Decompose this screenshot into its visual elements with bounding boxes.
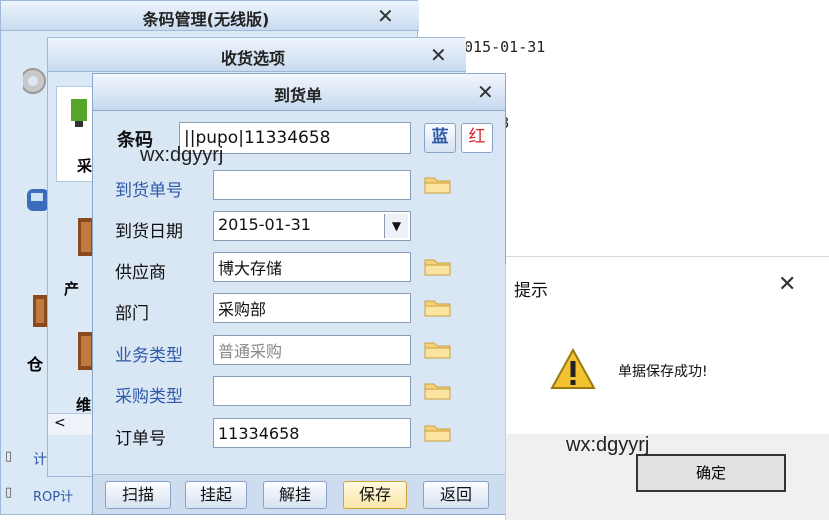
department-field[interactable] (213, 293, 411, 323)
order-no-label: 订单号 (115, 429, 166, 449)
alert-title: 提示 (514, 281, 548, 301)
window-title: 到货单 (273, 86, 322, 105)
arrival-date-select[interactable]: 2015-01-31 ▼ (213, 211, 411, 241)
close-icon[interactable]: ✕ (778, 272, 796, 297)
arrival-date-label: 到货日期 (115, 222, 183, 242)
scan-button[interactable]: 扫描 (105, 481, 171, 509)
folder-icon[interactable] (423, 338, 453, 360)
window-title-bar[interactable]: 条码管理(无线版) ✕ (1, 1, 419, 31)
window-title: 收货选项 (220, 49, 285, 68)
doc-icon: ▯ (5, 449, 13, 464)
alert-dialog: 提示 ✕ 单据保存成功! 确定 (505, 264, 829, 520)
window-title-bar[interactable]: 到货单 ✕ (93, 74, 505, 111)
business-type-field[interactable] (213, 335, 411, 365)
back-button[interactable]: 返回 (423, 481, 489, 509)
folder-icon[interactable] (423, 421, 453, 443)
ok-button[interactable]: 确定 (636, 454, 786, 492)
purchase-type-field[interactable] (213, 376, 411, 406)
business-type-label: 业务类型 (115, 346, 183, 366)
button-bar: 扫描 挂起 解挂 保存 返回 (93, 474, 505, 514)
arrival-no-field[interactable] (213, 170, 411, 200)
arrival-order-dialog: 到货单 ✕ 条码 蓝 红 到货单号 到货日期 2015-01-31 ▼ 供应商 … (92, 73, 506, 515)
list-item-label: ROP计 (33, 490, 74, 505)
arrival-date-value: 2015-01-31 (218, 215, 311, 234)
close-icon[interactable]: ✕ (430, 43, 447, 67)
order-no-field[interactable] (213, 418, 411, 448)
side-label: 仓 (27, 355, 44, 374)
supplier-field[interactable] (213, 252, 411, 282)
gear-icon (23, 68, 46, 94)
watermark: wx:dgyyrj (140, 144, 224, 166)
window-title-bar[interactable]: 收货选项 ✕ (48, 38, 466, 72)
warning-icon (550, 348, 596, 389)
department-label: 部门 (115, 304, 149, 324)
folder-icon[interactable] (423, 173, 453, 195)
suspend-button[interactable]: 挂起 (185, 481, 247, 509)
folder-icon[interactable] (423, 379, 453, 401)
red-button[interactable]: 红 (461, 123, 493, 153)
scroll-left-icon[interactable]: < (54, 415, 66, 431)
purchase-type-label: 采购类型 (115, 387, 183, 407)
scrollbar[interactable]: < (48, 413, 94, 435)
window-title: 条码管理(无线版) (142, 10, 270, 29)
arrival-no-label: 到货单号 (115, 181, 183, 201)
close-icon[interactable]: ✕ (477, 80, 494, 104)
list-row[interactable]: 2015-01-31 (415, 28, 829, 67)
alert-message: 单据保存成功! (618, 364, 708, 380)
close-icon[interactable]: ✕ (377, 4, 394, 28)
folder-icon[interactable] (423, 255, 453, 277)
car-icon (27, 189, 49, 211)
watermark: wx:dgyyrj (566, 434, 650, 456)
doc-icon: ▯ (5, 485, 13, 500)
chevron-down-icon[interactable]: ▼ (384, 214, 408, 238)
blue-button[interactable]: 蓝 (424, 123, 456, 153)
folder-icon[interactable] (423, 296, 453, 318)
list-item-label: 计 (33, 452, 47, 468)
supplier-label: 供应商 (115, 263, 166, 283)
tile-label: 采 (77, 157, 93, 175)
side-label: 维 (76, 396, 92, 414)
save-button[interactable]: 保存 (343, 481, 407, 509)
cart-icon (71, 99, 87, 127)
side-label: 产 (64, 280, 80, 298)
unsuspend-button[interactable]: 解挂 (263, 481, 327, 509)
list-row-text: 2015-01-31 (455, 38, 546, 56)
purchase-tile[interactable]: 采 (56, 86, 96, 182)
